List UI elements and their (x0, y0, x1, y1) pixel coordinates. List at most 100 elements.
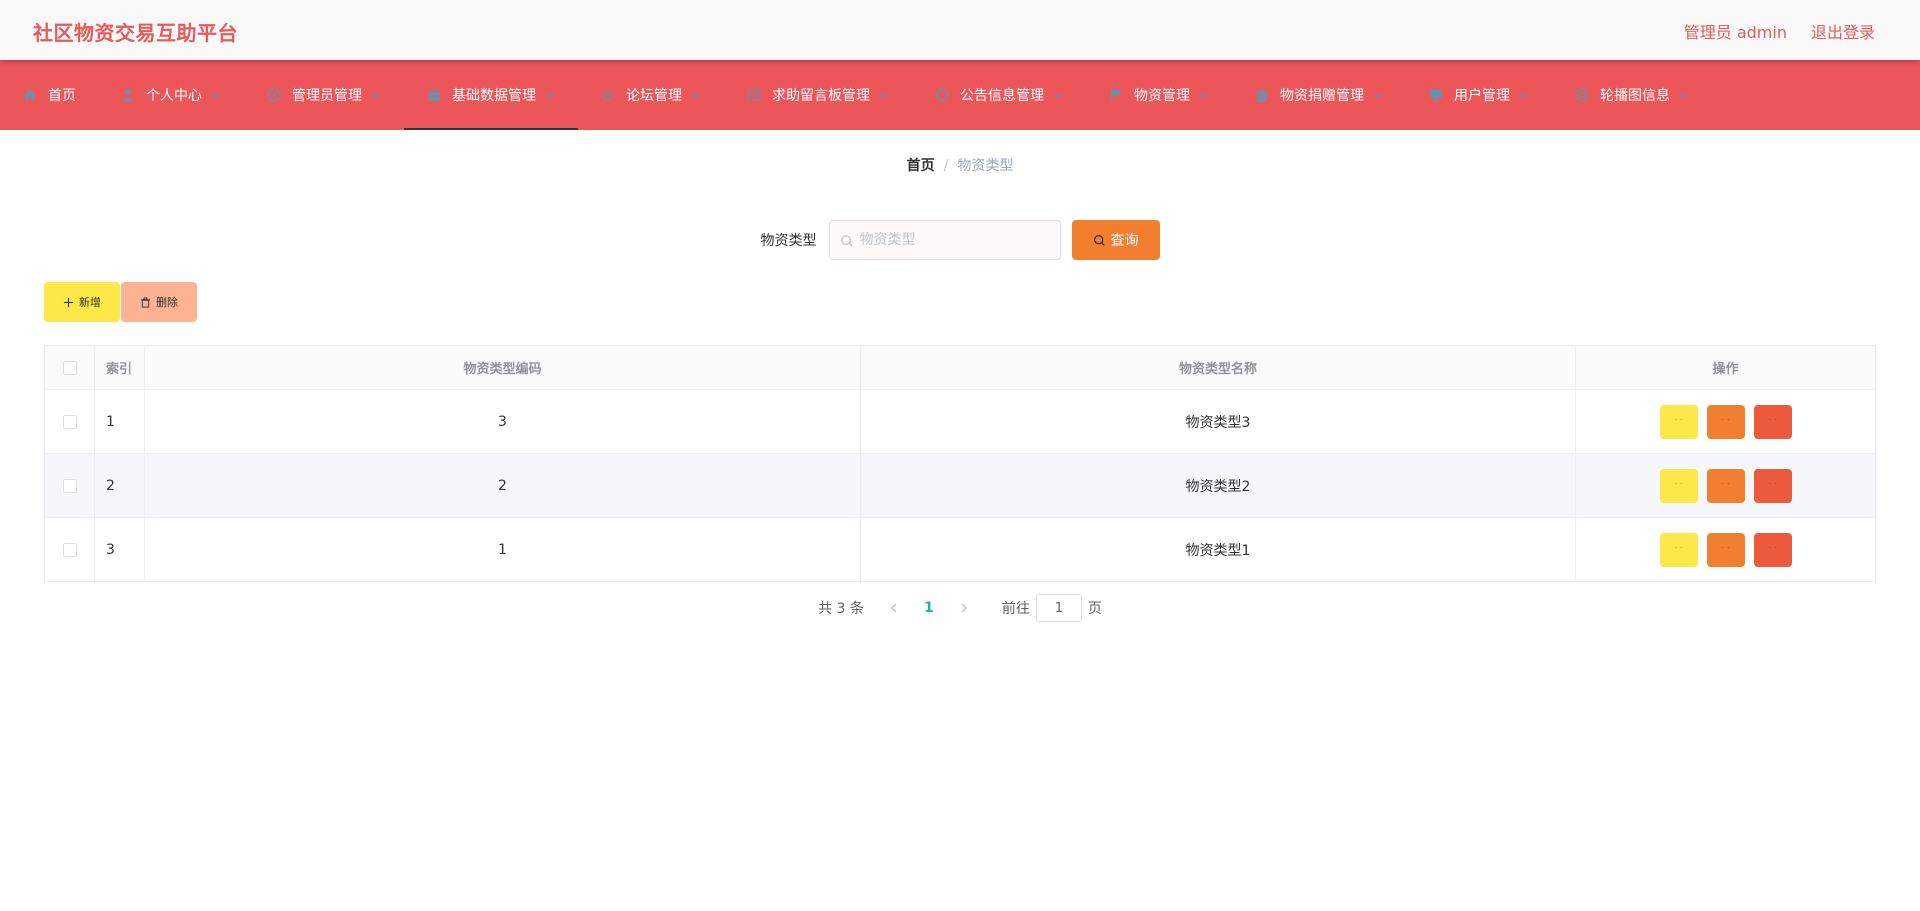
row-checkbox[interactable] (62, 414, 77, 429)
prev-page-button[interactable] (880, 594, 908, 622)
chevron-down-icon (1052, 89, 1064, 101)
add-button-label: 新增 (79, 296, 101, 309)
nav-item-label: 物资管理 (1134, 88, 1190, 104)
cell-code: 2 (145, 454, 861, 517)
row-checkbox-cell (45, 454, 95, 517)
main-nav: 首页 个人中心 管理员管理 基础数据管理 论坛管理 求助留言板管理 公告信息管理 物资管理 物资… (0, 60, 1920, 130)
nav-item-label: 轮播图信息 (1600, 88, 1670, 104)
nav-item-5[interactable]: 求助留言板管理 (724, 60, 912, 130)
nav-item-label: 论坛管理 (626, 88, 682, 104)
query-button[interactable]: 查询 (1071, 220, 1160, 260)
trash-icon (140, 296, 151, 308)
header-operations: 操作 (1712, 362, 1739, 377)
view-button[interactable] (1706, 468, 1745, 503)
chevron-down-icon (210, 89, 222, 101)
action-bar: 新增 删除 (44, 282, 197, 322)
remove-button[interactable] (1753, 468, 1792, 503)
goto-page-input[interactable] (1035, 594, 1082, 622)
search-icon (1093, 234, 1105, 246)
cell-operations (1576, 518, 1875, 581)
next-page-button[interactable] (950, 594, 978, 622)
nav-item-9[interactable]: 用户管理 (1406, 60, 1552, 130)
remove-button[interactable] (1753, 404, 1792, 439)
edit-button[interactable] (1659, 468, 1698, 503)
message-icon (746, 87, 762, 103)
nav-item-label: 物资捐赠管理 (1280, 88, 1364, 104)
chevron-down-icon (1198, 89, 1210, 101)
briefcase-icon (426, 87, 442, 103)
search-field[interactable] (828, 220, 1061, 260)
top-bar: 社区物资交易互助平台 管理员 admin 退出登录 (0, 0, 1920, 60)
nav-item-7[interactable]: 物资管理 (1086, 60, 1232, 130)
search-form: 物资类型 查询 (0, 220, 1920, 260)
row-checkbox[interactable] (62, 478, 77, 493)
logout-link[interactable]: 退出登录 (1811, 19, 1875, 43)
cell-code: 3 (145, 390, 861, 453)
breadcrumb-home[interactable]: 首页 (907, 158, 935, 174)
remove-button[interactable] (1753, 532, 1792, 567)
row-checkbox[interactable] (62, 542, 77, 557)
monitor-icon (1428, 87, 1444, 103)
cell-name: 物资类型2 (861, 454, 1576, 517)
query-button-label: 查询 (1110, 233, 1139, 249)
nav-item-label: 用户管理 (1454, 88, 1510, 104)
nav-item-label: 求助留言板管理 (772, 88, 870, 104)
app-title: 社区物资交易互助平台 (33, 21, 238, 45)
nav-item-label: 公告信息管理 (960, 88, 1044, 104)
chevron-down-icon (370, 89, 382, 101)
header-checkbox-cell (45, 346, 95, 389)
table-row: 3 1 物资类型1 (45, 518, 1875, 582)
cell-index: 1 (95, 390, 145, 453)
user-name-link[interactable]: 管理员 admin (1684, 19, 1787, 43)
cell-operations (1576, 390, 1875, 453)
nav-item-label: 管理员管理 (292, 88, 362, 104)
table-row: 2 2 物资类型2 (45, 454, 1875, 518)
add-button[interactable]: 新增 (44, 282, 120, 322)
user-area: 管理员 admin 退出登录 (1684, 19, 1875, 43)
page-jumper: 前往 页 (1002, 594, 1102, 622)
flag-icon (1108, 87, 1124, 103)
nav-item-3[interactable]: 基础数据管理 (404, 60, 578, 130)
delete-button-label: 删除 (156, 296, 178, 309)
clipboard-icon (1254, 87, 1270, 103)
edit-button[interactable] (1659, 404, 1698, 439)
nav-item-2[interactable]: 管理员管理 (244, 60, 404, 130)
user-icon (120, 87, 136, 103)
nav-item-label: 首页 (48, 88, 76, 104)
cell-name: 物资类型3 (861, 390, 1576, 453)
delete-button[interactable]: 删除 (121, 282, 197, 322)
cell-name: 物资类型1 (861, 518, 1576, 581)
chevron-down-icon (1372, 89, 1384, 101)
nav-item-4[interactable]: 论坛管理 (578, 60, 724, 130)
nav-item-1[interactable]: 个人中心 (98, 60, 244, 130)
chevron-down-icon (1518, 89, 1530, 101)
breadcrumb-current: 物资类型 (957, 158, 1014, 174)
power-icon (600, 87, 616, 103)
cell-operations (1576, 454, 1875, 517)
edit-button[interactable] (1659, 532, 1698, 567)
breadcrumb-separator: / (943, 158, 949, 174)
header-code: 物资类型编码 (145, 346, 861, 389)
nav-item-10[interactable]: 轮播图信息 (1552, 60, 1712, 130)
chevron-down-icon (1678, 89, 1690, 101)
view-button[interactable] (1706, 532, 1745, 567)
pagination-total: 共 3 条 (818, 601, 864, 617)
nav-item-6[interactable]: 公告信息管理 (912, 60, 1086, 130)
home-icon (22, 87, 38, 103)
search-input[interactable] (829, 221, 1060, 259)
view-button[interactable] (1706, 404, 1745, 439)
search-icon (840, 235, 853, 247)
page-number-current[interactable]: 1 (914, 594, 944, 622)
cell-index: 2 (95, 454, 145, 517)
chevron-down-icon (878, 89, 890, 101)
table-row: 1 3 物资类型3 (45, 390, 1875, 454)
table-header-row: 索引 物资类型编码 物资类型名称 操作 (45, 346, 1875, 390)
data-table: 索引 物资类型编码 物资类型名称 操作 13物资类型322物资类型231物资类型… (44, 345, 1876, 582)
nav-item-8[interactable]: 物资捐赠管理 (1232, 60, 1406, 130)
aim-icon (934, 87, 950, 103)
breadcrumb: 首页 / 物资类型 (0, 155, 1920, 175)
chevron-right-icon (961, 603, 967, 613)
select-all-checkbox[interactable] (62, 360, 77, 375)
nav-item-0[interactable]: 首页 (0, 60, 98, 130)
goto-label: 前往 (1001, 601, 1030, 617)
